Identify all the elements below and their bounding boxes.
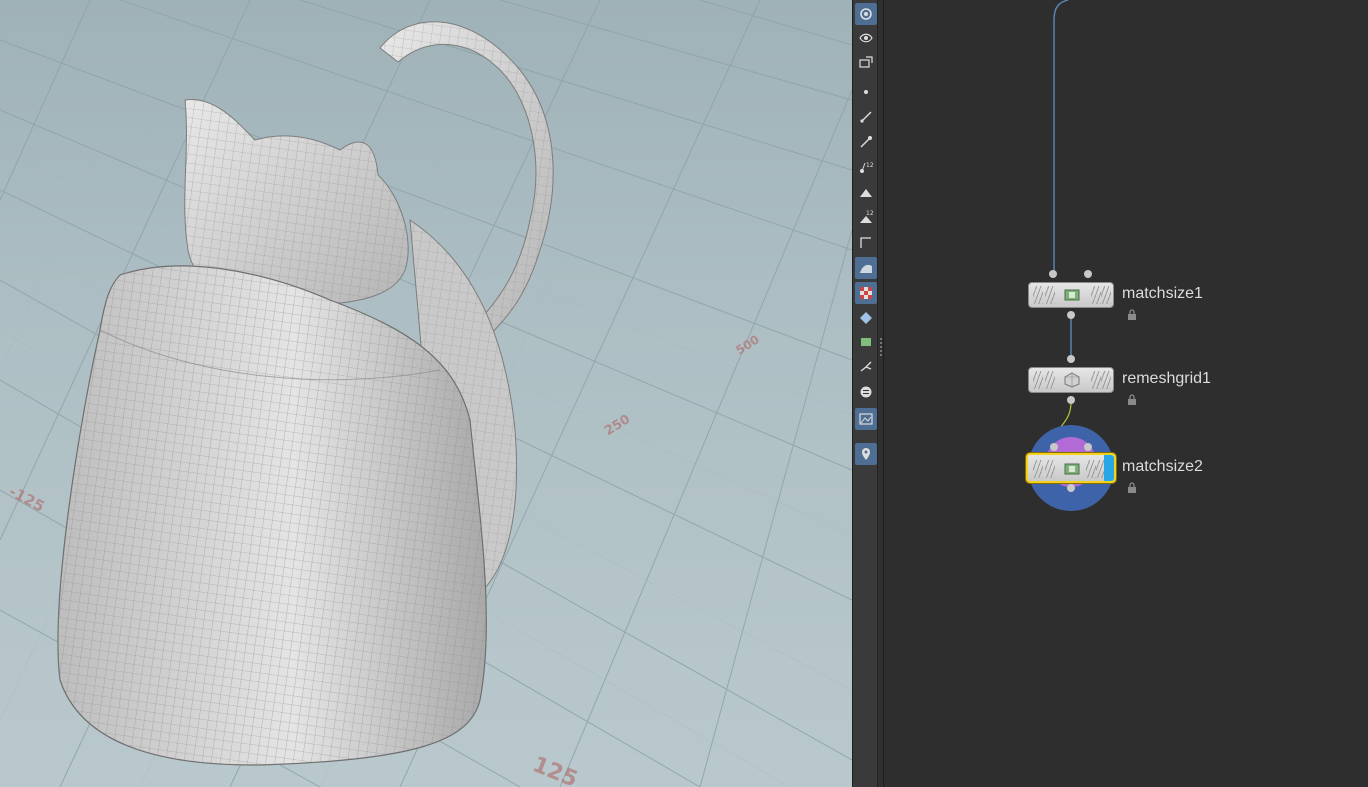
primitive-button[interactable]: [855, 181, 877, 203]
wireframe-shaded-icon: [860, 264, 872, 273]
output-port[interactable]: [1067, 484, 1075, 492]
lock-icon[interactable]: [1127, 482, 1137, 493]
select-tool-button[interactable]: [855, 27, 877, 49]
snap-button[interactable]: [855, 356, 877, 378]
display-options-icon: [860, 386, 872, 398]
node-label-remeshgrid1: remeshgrid1: [1122, 370, 1211, 387]
point-numbers-icon: 12: [860, 162, 874, 173]
input-port[interactable]: [1067, 355, 1075, 363]
wireframe-shaded-button[interactable]: [855, 257, 877, 279]
template-button[interactable]: [855, 331, 877, 353]
remesh-grid-icon: [1064, 372, 1080, 388]
edge-button[interactable]: [855, 106, 877, 128]
pin-icon: [860, 136, 872, 148]
ghost-button[interactable]: [855, 307, 877, 329]
lock-icon[interactable]: [1127, 394, 1137, 405]
divider-grip-handle[interactable]: [880, 338, 882, 356]
wire-input: [1053, 0, 1069, 272]
node-matchsize2[interactable]: [1026, 453, 1116, 483]
view-tool-icon: [860, 8, 872, 20]
normals-icon: [860, 237, 871, 248]
background-image-icon: [859, 413, 873, 425]
match-size-icon: [1064, 463, 1080, 475]
location-pin-button[interactable]: [855, 443, 877, 465]
node-label-matchsize2: matchsize2: [1122, 458, 1203, 475]
point-icon: [864, 90, 868, 94]
input-port-left[interactable]: [1050, 443, 1058, 451]
scene-viewport[interactable]: -125 250 500 125: [0, 0, 852, 787]
normals-button[interactable]: [855, 231, 877, 253]
handle-tool-button[interactable]: [855, 51, 877, 73]
match-size-icon: [1064, 289, 1080, 301]
handle-tool-icon: [859, 56, 873, 68]
output-port[interactable]: [1067, 311, 1075, 319]
texture-icon: [860, 287, 872, 299]
input-port-right[interactable]: [1084, 270, 1092, 278]
primitive-numbers-button[interactable]: 12: [855, 206, 877, 228]
snap-icon: [860, 361, 872, 372]
primitive-numbers-icon: 12: [860, 210, 874, 223]
output-port[interactable]: [1067, 396, 1075, 404]
network-editor[interactable]: matchsize1 remeshgrid1 matchsize2: [884, 0, 1368, 787]
pin-button[interactable]: [855, 131, 877, 153]
template-icon: [861, 338, 871, 346]
input-port-left[interactable]: [1049, 270, 1057, 278]
select-tool-icon: [859, 33, 873, 43]
ghost-icon: [860, 312, 872, 324]
background-image-button[interactable]: [855, 408, 877, 430]
point-numbers-button[interactable]: 12: [855, 156, 877, 178]
node-matchsize1[interactable]: [1028, 282, 1114, 308]
edge-icon: [860, 111, 872, 123]
lock-icon[interactable]: [1127, 309, 1137, 320]
node-label-matchsize1: matchsize1: [1122, 285, 1203, 302]
node-remeshgrid1[interactable]: [1028, 367, 1114, 393]
viewport-toolbar: 12 12: [852, 0, 878, 787]
node-wires: [1053, 0, 1072, 447]
display-flag[interactable]: [1104, 455, 1114, 481]
point-button[interactable]: [855, 81, 877, 103]
primitive-icon: [860, 189, 872, 197]
input-port-right[interactable]: [1084, 443, 1092, 451]
svg-text:12: 12: [866, 210, 874, 217]
display-options-button[interactable]: [855, 381, 877, 403]
svg-text:12: 12: [866, 162, 874, 169]
location-pin-icon: [862, 448, 870, 460]
texture-button[interactable]: [855, 282, 877, 304]
ground-grid: [0, 0, 852, 787]
view-tool-button[interactable]: [855, 3, 877, 25]
